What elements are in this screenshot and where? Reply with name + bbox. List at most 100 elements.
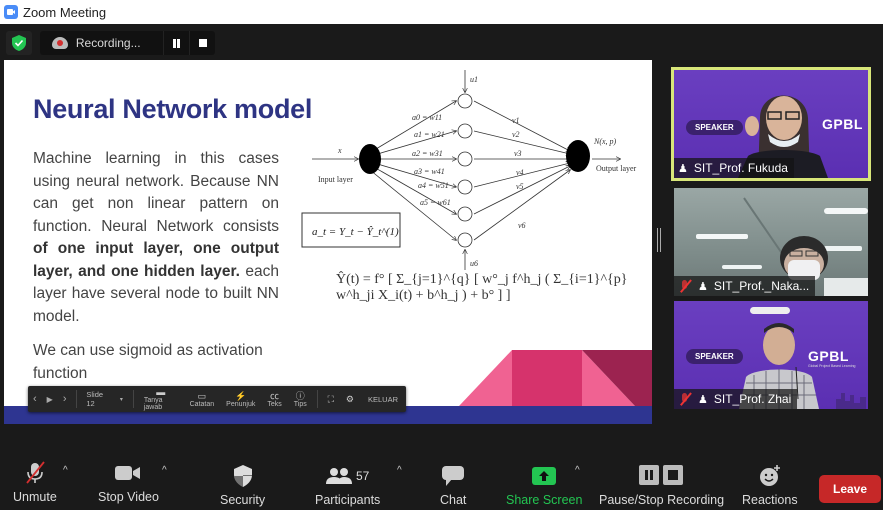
video-tile-zhai[interactable]: SPEAKER GPBL Global Project Based Learnin… bbox=[674, 301, 868, 409]
pause-stop-recording-button[interactable]: Pause/Stop Recording bbox=[599, 464, 724, 507]
prev-slide-button[interactable]: ‹ bbox=[28, 393, 42, 405]
city-skyline-graphic bbox=[836, 393, 866, 409]
weight-label-0: a0 = w11 bbox=[412, 113, 442, 122]
participants-options-caret[interactable]: ^ bbox=[397, 465, 402, 476]
divider bbox=[316, 390, 318, 408]
input-layer-label: Input layer bbox=[318, 175, 353, 184]
divider bbox=[132, 390, 134, 408]
bias-bottom-label: u6 bbox=[470, 259, 478, 268]
info-icon: ⓘ bbox=[295, 390, 305, 401]
mic-muted-icon bbox=[24, 461, 46, 485]
recording-indicator: Recording... bbox=[40, 31, 215, 55]
out-weight-3: v3 bbox=[514, 149, 522, 158]
stop-icon bbox=[198, 39, 207, 47]
qa-icon: ▬ bbox=[156, 387, 166, 397]
shield-check-icon bbox=[12, 35, 26, 51]
security-button[interactable]: Security bbox=[220, 464, 265, 507]
pointer-button[interactable]: ⚡ Penunjuk bbox=[220, 386, 261, 412]
output-layer-label: Output layer bbox=[596, 164, 637, 173]
out-weight-5: v5 bbox=[516, 182, 524, 191]
captions-button[interactable]: ㏄ Teks bbox=[261, 386, 287, 412]
share-options-caret[interactable]: ^ bbox=[575, 465, 580, 476]
speaker-badge: SPEAKER bbox=[686, 120, 743, 135]
window-title: Zoom Meeting bbox=[23, 4, 107, 20]
laser-pointer-icon: ⚡ bbox=[235, 390, 247, 401]
chat-button[interactable]: Chat bbox=[440, 464, 466, 507]
participants-icon: 57 bbox=[325, 464, 370, 488]
pin-icon: ♟ bbox=[698, 393, 708, 406]
weight-label-1: a1 = w21 bbox=[414, 130, 445, 139]
share-screen-button[interactable]: Share Screen bbox=[506, 464, 582, 507]
participants-button[interactable]: 57 Participants bbox=[315, 464, 380, 507]
unmute-button[interactable]: Unmute bbox=[13, 461, 57, 504]
qa-button[interactable]: ▬ Tanya jawab bbox=[138, 386, 184, 412]
pin-icon: ♟ bbox=[698, 280, 708, 293]
gear-icon: ⚙ bbox=[345, 394, 354, 404]
video-options-caret[interactable]: ^ bbox=[162, 465, 167, 476]
panel-resize-handle[interactable] bbox=[657, 228, 661, 252]
main-formula: Ŷ(t) = f° [ Σ_{j=1}^{q} [ w°_j f^h_j ( Σ… bbox=[336, 272, 628, 303]
cloud-recording-icon bbox=[52, 37, 68, 49]
weight-label-5: a5 = w61 bbox=[420, 198, 451, 207]
security-shield-icon bbox=[233, 464, 252, 488]
presenter-toolbar: ‹ ▶ › Slide 12 ▾ ▬ Tanya jawab ▭ Catatan ⚡… bbox=[28, 386, 406, 412]
exit-presentation-button[interactable]: KELUAR bbox=[360, 395, 406, 404]
settings-button[interactable]: ⚙ bbox=[340, 386, 360, 412]
tips-button[interactable]: ⓘ Tips bbox=[288, 386, 313, 412]
pause-stop-icon bbox=[638, 464, 685, 488]
video-camera-icon bbox=[115, 461, 141, 485]
chat-bubble-icon bbox=[442, 464, 465, 488]
participant-name: SIT_Prof._Naka... bbox=[713, 279, 810, 293]
meeting-controls-bar: Unmute ^ Stop Video ^ Security 57 Partic… bbox=[0, 455, 883, 510]
pin-icon: ♟ bbox=[678, 162, 688, 175]
divider bbox=[75, 390, 77, 408]
mic-muted-icon bbox=[678, 392, 692, 406]
body-text-1: Machine learning in this cases using neu… bbox=[33, 150, 279, 235]
next-slide-button[interactable]: › bbox=[58, 393, 72, 405]
play-button[interactable]: ▶ bbox=[42, 395, 58, 404]
input-node bbox=[359, 144, 381, 174]
bias-top-label: u1 bbox=[470, 75, 478, 84]
meeting-topbar: Recording... bbox=[0, 24, 883, 60]
output-node bbox=[566, 140, 590, 172]
captions-icon: ㏄ bbox=[270, 390, 280, 401]
input-x-label: x bbox=[337, 146, 342, 155]
zoom-app-icon bbox=[4, 5, 18, 19]
sponsor-logos bbox=[750, 307, 790, 314]
pause-icon bbox=[173, 38, 181, 48]
video-tile-fukuda[interactable]: SPEAKER GPBL ♟ SIT_Prof. Fukuda bbox=[671, 67, 871, 181]
gpbl-logo: GPBL bbox=[822, 116, 863, 132]
slide-title: Neural Network model bbox=[33, 94, 313, 124]
weight-label-4: a4 = w51 bbox=[418, 181, 449, 190]
slide-dropdown-icon[interactable]: ▾ bbox=[114, 396, 129, 403]
residual-formula: a_t = Y_t − Ŷ_t^(1) bbox=[312, 226, 399, 238]
security-badge-button[interactable] bbox=[6, 31, 32, 55]
reactions-button[interactable]: Reactions bbox=[742, 464, 798, 507]
stop-recording-button[interactable] bbox=[189, 31, 215, 55]
weight-label-2: a2 = w31 bbox=[412, 149, 443, 158]
participant-count: 57 bbox=[355, 469, 370, 483]
participant-name-bar: ♟ SIT_Prof._Naka... bbox=[674, 276, 816, 296]
recording-status: Recording... bbox=[75, 36, 141, 50]
exit-fullscreen-icon: ⛶ bbox=[327, 394, 334, 404]
pause-recording-button[interactable] bbox=[163, 31, 189, 55]
out-weight-2: v2 bbox=[512, 130, 520, 139]
leave-meeting-button[interactable]: Leave bbox=[819, 475, 881, 503]
video-tile-naka[interactable]: ♟ SIT_Prof._Naka... bbox=[674, 188, 868, 296]
participant-name: SIT_Prof. Zhai bbox=[713, 392, 792, 406]
slide-selector[interactable]: Slide 12 bbox=[80, 390, 114, 408]
notes-icon: ▭ bbox=[197, 390, 207, 401]
out-weight-6: v6 bbox=[518, 221, 526, 230]
window-titlebar: Zoom Meeting bbox=[0, 0, 883, 24]
slide-body-paragraph: Machine learning in this cases using neu… bbox=[33, 148, 279, 328]
fullscreen-exit-button[interactable]: ⛶ bbox=[322, 386, 340, 412]
mic-muted-icon bbox=[678, 279, 692, 293]
notes-button[interactable]: ▭ Catatan bbox=[184, 386, 221, 412]
stop-video-button[interactable]: Stop Video bbox=[98, 461, 159, 504]
output-fn-label: N(x, p) bbox=[593, 137, 617, 146]
shared-screen-slide: Neural Network model Machine learning in… bbox=[4, 60, 652, 424]
audio-options-caret[interactable]: ^ bbox=[63, 465, 68, 476]
out-weight-1: v1 bbox=[512, 116, 520, 125]
participant-name-bar: ♟ SIT_Prof. Zhai bbox=[674, 389, 798, 409]
weight-label-3: a3 = w41 bbox=[414, 167, 445, 176]
